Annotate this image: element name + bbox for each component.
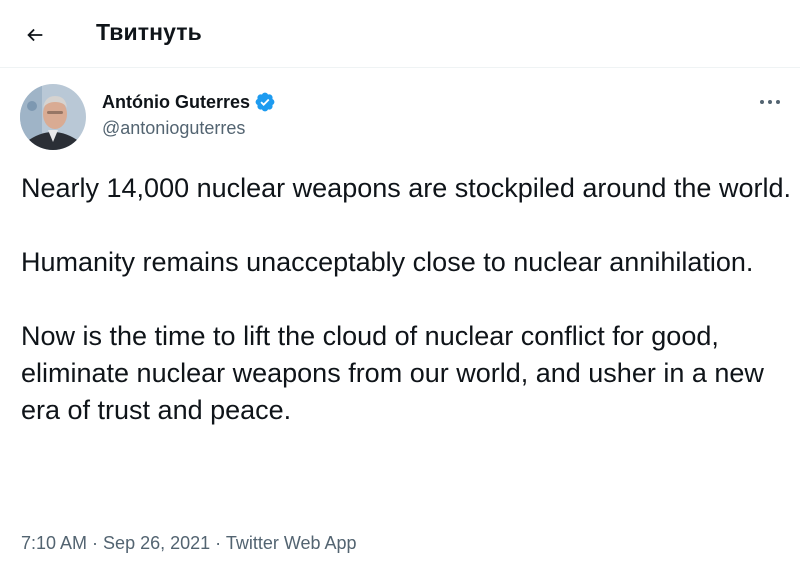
tweet-paragraph: Humanity remains unacceptably close to n… — [21, 247, 754, 277]
arrow-left-icon — [27, 28, 43, 42]
more-button[interactable] — [752, 88, 788, 116]
tweet-date[interactable]: Sep 26, 2021 — [103, 533, 210, 553]
avatar[interactable] — [20, 84, 86, 150]
author-name[interactable]: António Guterres — [102, 91, 276, 113]
tweet-metadata: 7:10 AM · Sep 26, 2021 · Twitter Web App — [21, 533, 357, 554]
author-name-label: António Guterres — [102, 91, 251, 112]
tweet-paragraph: Now is the time to lift the cloud of nuc… — [21, 321, 764, 425]
tweet-source[interactable]: Twitter Web App — [226, 533, 357, 553]
page-header: Твитнуть — [0, 0, 800, 68]
tweet-paragraph: Nearly 14,000 nuclear weapons are stockp… — [21, 173, 791, 203]
author-handle[interactable]: @antonioguterres — [102, 118, 245, 139]
page-title: Твитнуть — [96, 19, 202, 45]
avatar-image — [20, 84, 86, 150]
tweet-time[interactable]: 7:10 AM — [21, 533, 87, 553]
more-horizontal-icon — [760, 100, 780, 104]
back-button[interactable] — [16, 16, 54, 54]
tweet-text: Nearly 14,000 nuclear weapons are stockp… — [21, 170, 791, 429]
meta-separator: · — [210, 533, 226, 553]
verified-badge-icon — [255, 92, 275, 112]
meta-separator: · — [87, 533, 104, 553]
